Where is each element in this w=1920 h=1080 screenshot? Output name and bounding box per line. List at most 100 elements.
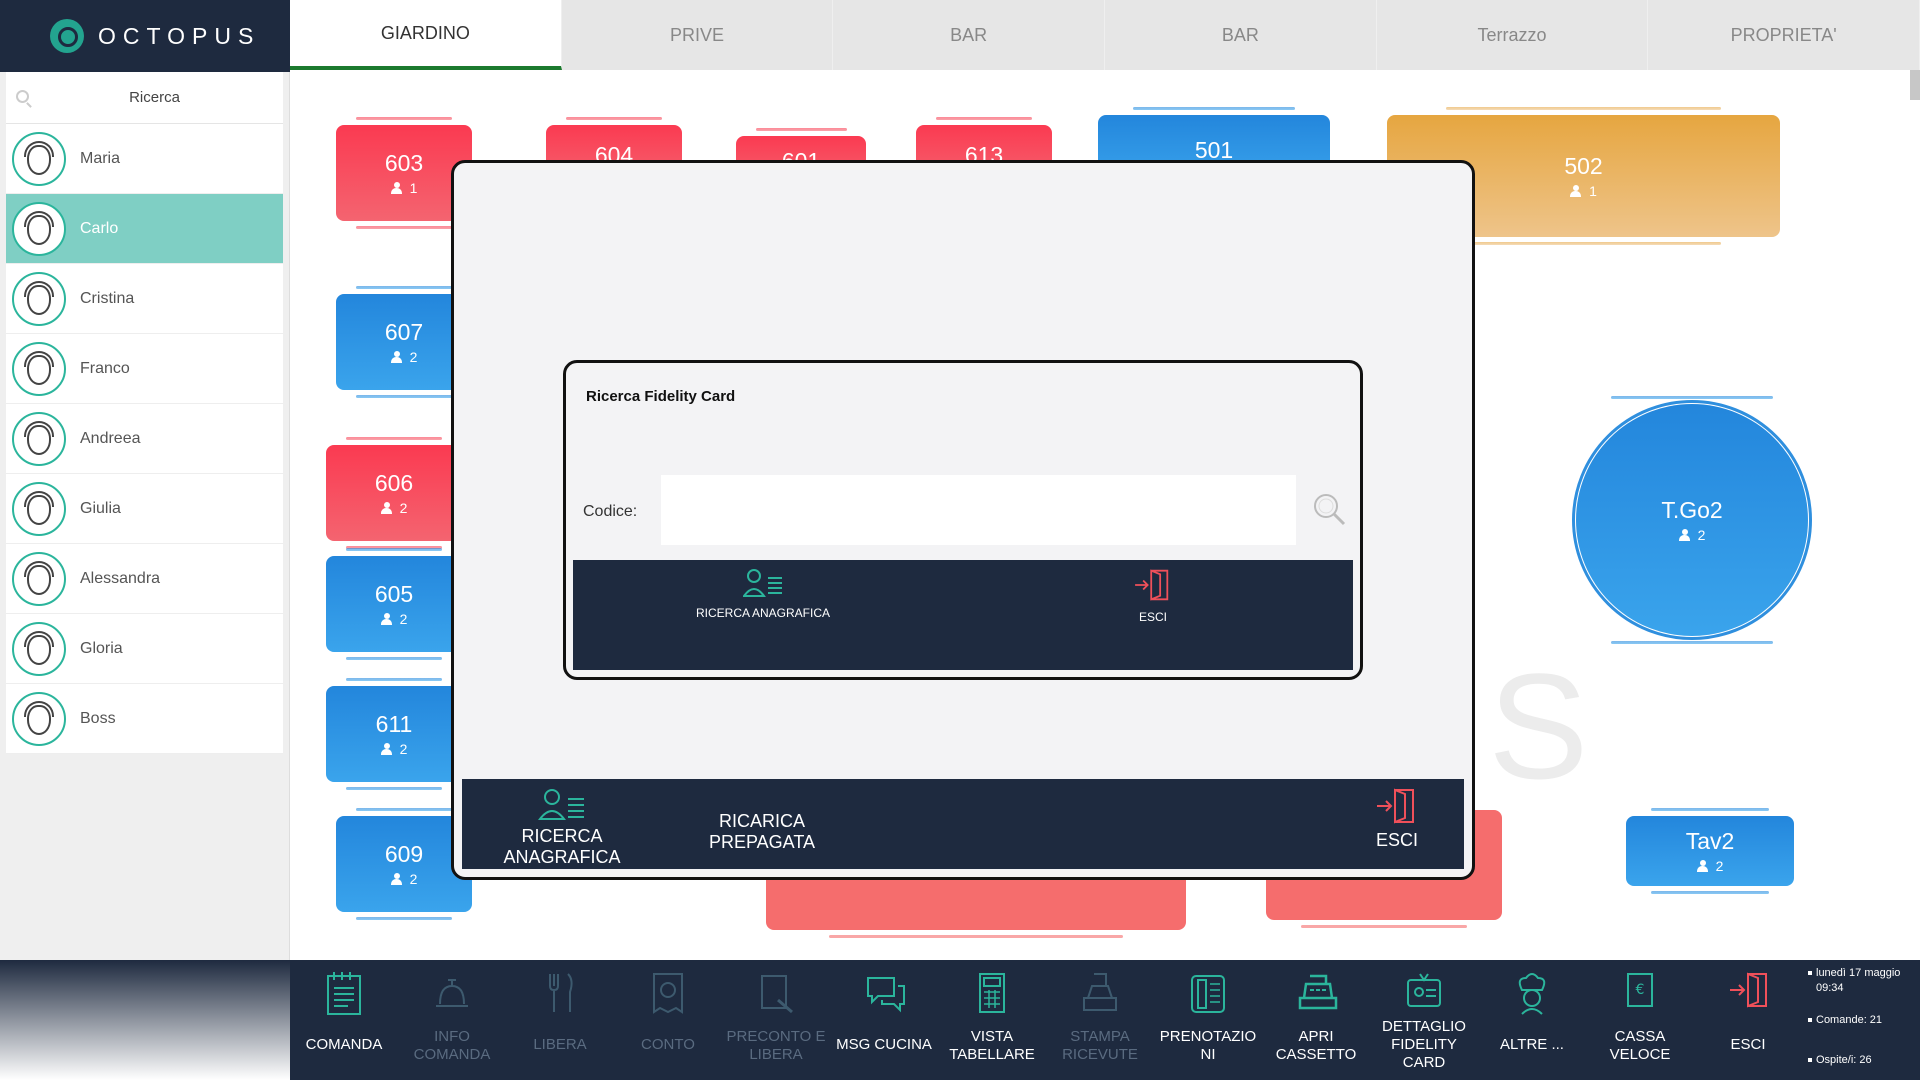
libera-button[interactable]: LIBERA: [506, 960, 614, 1080]
msg-cucina-button[interactable]: MSG CUCINA: [830, 960, 938, 1080]
avatar: [12, 621, 66, 676]
cassa-veloce-button[interactable]: € CASSA VELOCE: [1586, 960, 1694, 1080]
info-comanda-button[interactable]: INFO COMANDA: [398, 960, 506, 1080]
bill-icon: [653, 973, 683, 1014]
ricerca-anagrafica-button[interactable]: RICERCA ANAGRAFICA: [472, 787, 652, 868]
person-icon: [1696, 860, 1708, 872]
person-icon: [390, 873, 402, 885]
search-icon: [16, 90, 29, 103]
avatar: [12, 201, 66, 256]
room-tabs: GIARDINO PRIVE BAR BAR Terrazzo PROPRIET…: [290, 0, 1920, 70]
exit-door-icon: [1730, 972, 1767, 1008]
stampa-ricevute-button[interactable]: STAMPA RICEVUTE: [1046, 960, 1154, 1080]
cutlery-icon: [549, 973, 573, 1012]
outer-exit-button[interactable]: ESCI: [1342, 787, 1452, 851]
chef-icon: [1518, 973, 1546, 1015]
tab-giardino[interactable]: GIARDINO: [290, 0, 562, 70]
table-611[interactable]: 611 2: [326, 678, 462, 790]
table-guests: 2: [399, 611, 408, 627]
table-guests: 2: [409, 871, 418, 887]
waiter-item[interactable]: Boss: [6, 684, 283, 754]
table-tgo2[interactable]: T.Go2 2: [1576, 396, 1808, 644]
waiter-item[interactable]: Maria: [6, 124, 283, 194]
preconto-libera-button[interactable]: PRECONTO E LIBERA: [722, 960, 830, 1080]
vista-tabellare-button[interactable]: VISTA TABELLARE: [938, 960, 1046, 1080]
fidelity-modal-actions: RICERCA ANAGRAFICA RICARICA PREPAGATA ES…: [462, 779, 1464, 869]
waiter-name: Maria: [80, 149, 121, 167]
waiter-search[interactable]: Ricerca: [6, 72, 283, 124]
status-panel: lunedì 17 maggio 09:34 Comande: 21 Ospite…: [1802, 960, 1916, 1080]
msg-cucina-label: MSG CUCINA: [836, 1036, 932, 1053]
table-name: 609: [384, 841, 424, 867]
person-icon: [1678, 529, 1690, 541]
table-606[interactable]: 606 2: [326, 437, 462, 549]
dialog-exit-label: ESCI: [1138, 610, 1167, 624]
table-name: 611: [375, 711, 413, 737]
table-guests: 1: [409, 180, 418, 196]
esci-button[interactable]: ESCI: [1694, 960, 1802, 1080]
waiter-item[interactable]: Cristina: [6, 264, 283, 334]
tab-prive[interactable]: PRIVE: [562, 0, 834, 70]
table-guests: 1: [1589, 183, 1597, 199]
prenotazioni-button[interactable]: PRENOTAZIO NI: [1154, 960, 1262, 1080]
vista-tabellare-label: VISTA TABELLARE: [949, 1028, 1035, 1063]
app-logo: OCTOPUS: [0, 0, 290, 72]
dettaglio-fidelity-card-label: DETTAGLIO FIDELITY CARD: [1382, 1018, 1466, 1071]
waiter-name: Alessandra: [80, 569, 161, 587]
waiter-sidebar: Ricerca Maria Carlo Cristina Franco Andr…: [0, 72, 290, 960]
conto-button[interactable]: CONTO: [614, 960, 722, 1080]
status-date: lunedì 17 maggio: [1816, 967, 1901, 979]
tab-proprieta[interactable]: PROPRIETA': [1648, 0, 1920, 70]
tab-bar[interactable]: BAR: [833, 0, 1106, 70]
waiter-item[interactable]: Alessandra: [6, 544, 283, 614]
dialog-ricerca-anagrafica-button[interactable]: RICERCA ANAGRAFICA: [613, 560, 913, 670]
person-icon: [390, 182, 402, 194]
waiter-item[interactable]: Andreea: [6, 404, 283, 474]
customer-card-icon: [537, 789, 584, 820]
comanda-button[interactable]: COMANDA: [290, 960, 398, 1080]
table-name: 607: [384, 319, 424, 345]
dialog-exit-button[interactable]: ESCI: [1003, 560, 1303, 670]
floor-scrollbar[interactable]: [1910, 70, 1920, 100]
dialog-ricerca-anagrafica-label: RICERCA ANAGRAFICA: [695, 606, 831, 620]
waiter-name: Cristina: [80, 289, 135, 307]
waiter-item[interactable]: Gloria: [6, 614, 283, 684]
service-bell-icon: [436, 979, 468, 1007]
waiter-item[interactable]: Giulia: [6, 474, 283, 544]
prenotazioni-label: PRENOTAZIO NI: [1159, 1028, 1257, 1063]
waiter-name: Gloria: [80, 639, 123, 657]
dialog-actions: RICERCA ANAGRAFICA ESCI: [573, 560, 1353, 670]
dialog-title: Ricerca Fidelity Card: [586, 388, 736, 405]
person-icon: [380, 743, 392, 755]
avatar: [12, 481, 66, 536]
code-input[interactable]: [661, 475, 1296, 545]
person-icon: [380, 502, 392, 514]
table-guests: 2: [1697, 527, 1706, 543]
phone-icon: [1191, 975, 1225, 1013]
stampa-ricevute-label: STAMPA RICEVUTE: [1062, 1028, 1138, 1063]
apri-cassetto-button[interactable]: APRI CASSETTO: [1262, 960, 1370, 1080]
waiter-name: Giulia: [80, 499, 121, 517]
table-name: 502: [1564, 153, 1603, 179]
outer-exit-label: ESCI: [1375, 830, 1418, 850]
table-tav2[interactable]: Tav2 2: [1626, 808, 1794, 894]
avatar: [12, 551, 66, 606]
dettaglio-fidelity-card-button[interactable]: DETTAGLIO FIDELITY CARD: [1370, 960, 1478, 1080]
ricarica-prepagata-label: RICARICA PREPAGATA: [708, 811, 816, 852]
altre-button[interactable]: ALTRE ...: [1478, 960, 1586, 1080]
ricarica-prepagata-button[interactable]: RICARICA PREPAGATA: [672, 811, 852, 853]
info-comanda-label: INFO COMANDA: [413, 1028, 491, 1063]
order-pad-icon: [327, 972, 361, 1015]
waiter-item-selected[interactable]: Carlo: [6, 194, 283, 264]
search-icon[interactable]: [1311, 491, 1347, 527]
table-605[interactable]: 605 2: [326, 548, 462, 660]
bottom-toolbar: COMANDA INFO COMANDA LIBERA CONTO PRECON…: [290, 960, 1920, 1080]
esci-label: ESCI: [1730, 1036, 1766, 1053]
tab-terrazzo[interactable]: Terrazzo: [1377, 0, 1649, 70]
fidelity-card-icon: [1407, 973, 1441, 1007]
table-name: T.Go2: [1661, 497, 1723, 523]
code-label: Codice:: [583, 503, 638, 520]
customer-card-icon: [743, 569, 782, 597]
waiter-item[interactable]: Franco: [6, 334, 283, 404]
tab-bar-2[interactable]: BAR: [1105, 0, 1377, 70]
